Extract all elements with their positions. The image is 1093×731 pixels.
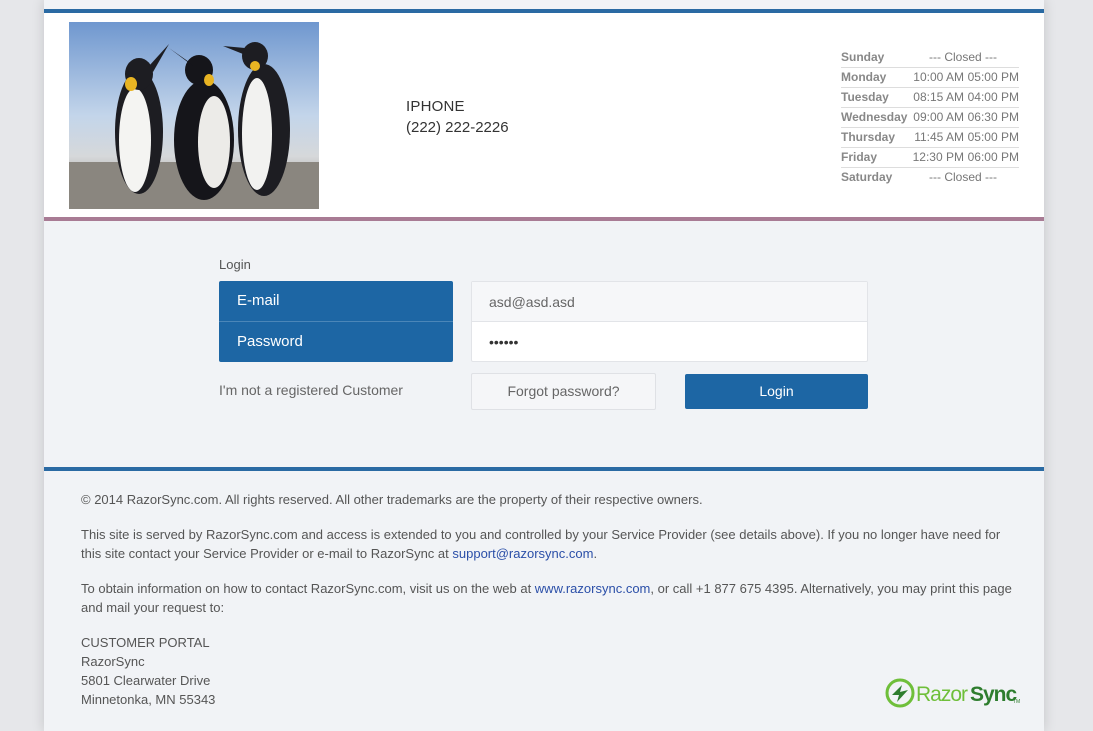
service-notice: This site is served by RazorSync.com and… xyxy=(81,525,1016,563)
address-line: CUSTOMER PORTAL xyxy=(81,635,210,650)
hours-day: Thursday xyxy=(841,130,896,144)
login-caption: Login xyxy=(219,257,251,272)
hours-row: Wednesday 09:00 AM 06:30 PM xyxy=(841,108,1019,128)
address-line: 5801 Clearwater Drive xyxy=(81,673,211,688)
svg-text:Razor: Razor xyxy=(916,683,968,706)
hours-row: Saturday --- Closed --- xyxy=(841,168,1019,187)
hours-row: Monday 10:00 AM 05:00 PM xyxy=(841,68,1019,88)
hours-row: Tuesday 08:15 AM 04:00 PM xyxy=(841,88,1019,108)
hours-close: 05:00 PM xyxy=(967,130,1019,144)
provider-phone: (222) 222-2226 xyxy=(406,119,509,136)
provider-name: IPHONE xyxy=(406,98,465,115)
contact-notice-text: To obtain information on how to contact … xyxy=(81,581,535,596)
website-link[interactable]: www.razorsync.com xyxy=(535,581,651,596)
company-photo xyxy=(69,22,319,209)
header: IPHONE (222) 222-2226 Sunday --- Closed -… xyxy=(44,13,1044,217)
hours-close: 06:00 PM xyxy=(967,150,1019,164)
password-input[interactable] xyxy=(472,322,867,362)
hours-close: 04:00 PM xyxy=(967,90,1019,104)
svg-text:TM: TM xyxy=(1013,699,1020,705)
hours-open: 09:00 AM xyxy=(913,110,964,124)
login-fields xyxy=(471,281,868,362)
hours-open: 10:00 AM xyxy=(913,70,964,84)
hours-closed: --- Closed --- xyxy=(929,170,997,184)
hours-day: Sunday xyxy=(841,50,885,64)
footer-divider xyxy=(44,467,1044,471)
footer: © 2014 RazorSync.com. All rights reserve… xyxy=(81,490,1016,709)
password-label: Password xyxy=(219,321,453,362)
login-labels: E-mail Password xyxy=(219,281,453,362)
hours-row: Thursday 11:45 AM 05:00 PM xyxy=(841,128,1019,148)
hours-row: Sunday --- Closed --- xyxy=(841,48,1019,68)
hours-day: Monday xyxy=(841,70,887,84)
address-line: RazorSync xyxy=(81,654,145,669)
hours-open: 08:15 AM xyxy=(913,90,964,104)
service-notice-end: . xyxy=(593,546,598,561)
header-divider xyxy=(44,217,1044,221)
not-registered-link[interactable]: I'm not a registered Customer xyxy=(219,382,403,398)
hours-row: Friday 12:30 PM 06:00 PM xyxy=(841,148,1019,168)
hours-day: Saturday xyxy=(841,170,893,184)
email-label: E-mail xyxy=(237,292,280,309)
hours-open: 12:30 PM xyxy=(912,150,964,164)
copyright-text: © 2014 RazorSync.com. All rights reserve… xyxy=(81,492,703,507)
address-line: Minnetonka, MN 55343 xyxy=(81,692,216,707)
business-hours: Sunday --- Closed --- Monday 10:00 AM 05:00 … xyxy=(841,48,1019,187)
login-button[interactable]: Login xyxy=(685,374,868,409)
hours-close: 05:00 PM xyxy=(967,70,1019,84)
contact-notice: To obtain information on how to contact … xyxy=(81,579,1016,617)
support-email-link[interactable]: support@razorsync.com xyxy=(452,546,593,561)
svg-text:Sync: Sync xyxy=(970,683,1018,706)
forgot-password-button[interactable]: Forgot password? xyxy=(471,373,656,410)
mailing-address: CUSTOMER PORTAL RazorSync 5801 Clearwate… xyxy=(81,633,1016,709)
provider-contact: IPHONE (222) 222-2226 xyxy=(406,96,509,138)
razorsync-logo: Razor Sync TM xyxy=(884,675,1024,711)
hours-closed: --- Closed --- xyxy=(929,50,997,64)
hours-day: Wednesday xyxy=(841,110,908,124)
hours-open: 11:45 AM xyxy=(914,130,964,144)
page: IPHONE (222) 222-2226 Sunday --- Closed -… xyxy=(44,0,1044,731)
hours-day: Friday xyxy=(841,150,878,164)
hours-day: Tuesday xyxy=(841,90,889,104)
email-input[interactable] xyxy=(472,282,867,322)
hours-close: 06:30 PM xyxy=(967,110,1019,124)
